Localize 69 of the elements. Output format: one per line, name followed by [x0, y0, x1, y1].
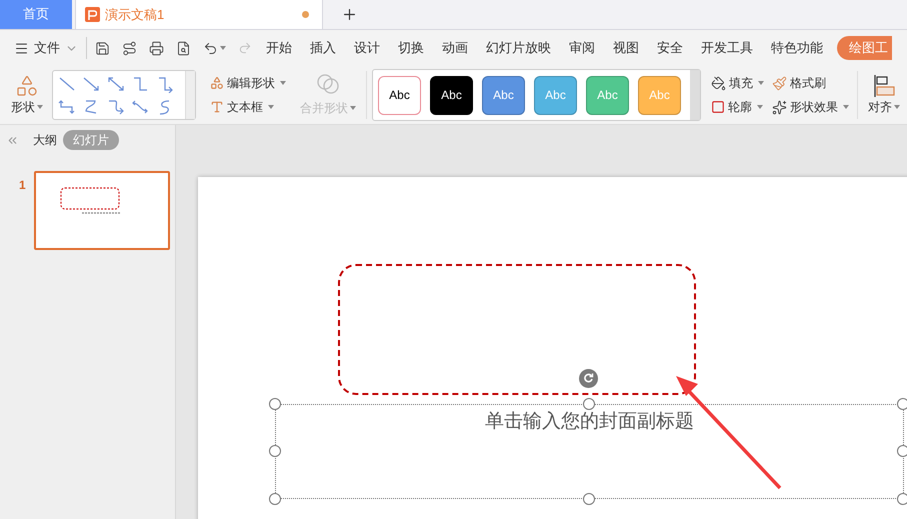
ribbon-tab[interactable]: 开发工具	[701, 38, 753, 58]
align-button[interactable]: 对齐	[868, 74, 900, 116]
caret-icon	[37, 105, 43, 109]
caret-icon	[280, 81, 286, 85]
route-icon[interactable]	[122, 40, 137, 56]
sparkles-icon	[772, 100, 787, 114]
save-icon[interactable]	[95, 40, 110, 56]
line-shape-icon[interactable]	[82, 76, 100, 93]
text-box-icon	[210, 100, 224, 114]
resize-handle[interactable]	[583, 493, 595, 505]
ribbon-tab[interactable]: 开始	[266, 38, 292, 58]
shapes-icon	[15, 74, 39, 98]
slide-thumbnail[interactable]	[34, 171, 170, 250]
caret-icon	[758, 81, 764, 85]
caret-icon	[843, 105, 849, 109]
paint-bucket-icon	[711, 76, 726, 90]
fill-button[interactable]: 填充	[711, 74, 764, 92]
caret-icon	[894, 105, 900, 109]
ribbon-tab[interactable]: 切换	[398, 38, 424, 58]
presentation-icon	[85, 7, 100, 22]
shape-style-swatch[interactable]: Abc	[430, 76, 473, 114]
ribbon-tab[interactable]: 设计	[354, 38, 380, 58]
line-shape-icon[interactable]	[106, 99, 125, 116]
resize-handle[interactable]	[269, 493, 281, 505]
resize-handle[interactable]	[897, 445, 907, 457]
ribbon-tab[interactable]: 插入	[310, 38, 336, 58]
line-shape-icon[interactable]	[131, 99, 150, 116]
format-painter-button[interactable]: 格式刷	[772, 74, 849, 92]
line-shape-icon[interactable]	[58, 76, 76, 93]
align-left-icon	[872, 74, 896, 98]
rotate-handle-icon[interactable]	[579, 369, 598, 388]
menu-icon	[14, 40, 29, 56]
print-icon[interactable]	[149, 40, 164, 56]
caret-icon	[757, 105, 763, 109]
shape-style-swatch[interactable]: Abc	[378, 76, 421, 114]
caret-icon	[268, 105, 274, 109]
edit-shape-button[interactable]: 编辑形状	[210, 74, 286, 92]
slide-number: 1	[19, 177, 26, 194]
gallery-scrollbar[interactable]	[185, 71, 195, 119]
ribbon-tab[interactable]: 审阅	[569, 38, 595, 58]
caret-icon	[220, 46, 226, 50]
outline-square-icon	[711, 100, 725, 114]
resize-handle[interactable]	[897, 398, 907, 410]
outline-button[interactable]: 轮廓	[711, 98, 764, 116]
line-shape-icon[interactable]	[58, 99, 76, 116]
resize-handle[interactable]	[583, 398, 595, 410]
ribbon-tab[interactable]: 动画	[442, 38, 468, 58]
gallery-scrollbar[interactable]	[690, 70, 700, 120]
resize-handle[interactable]	[897, 493, 907, 505]
caret-icon	[350, 106, 356, 110]
file-menu[interactable]: 文件	[14, 38, 78, 58]
shapes-icon	[210, 76, 224, 90]
shapes-button[interactable]: 形状	[10, 74, 44, 116]
line-shape-icon[interactable]	[106, 76, 125, 93]
shape-effects-button[interactable]: 形状效果	[772, 98, 849, 116]
view-tab[interactable]: 大纲	[33, 131, 57, 149]
ribbon-tab[interactable]: 安全	[657, 38, 683, 58]
merge-shapes-icon	[316, 73, 340, 95]
ribbon-tab[interactable]: 特色功能	[771, 38, 823, 58]
slide-preview-drawing	[60, 187, 122, 215]
ribbon-tab[interactable]: 视图	[613, 38, 639, 58]
ribbon-tab[interactable]: 幻灯片放映	[486, 38, 551, 58]
paintbrush-icon	[772, 76, 787, 90]
resize-handle[interactable]	[269, 398, 281, 410]
print-preview-icon[interactable]	[176, 40, 191, 56]
line-shape-icon[interactable]	[131, 76, 150, 93]
undo-icon[interactable]	[203, 40, 218, 56]
resize-handle[interactable]	[269, 445, 281, 457]
text-box-button[interactable]: 文本框	[210, 98, 286, 116]
